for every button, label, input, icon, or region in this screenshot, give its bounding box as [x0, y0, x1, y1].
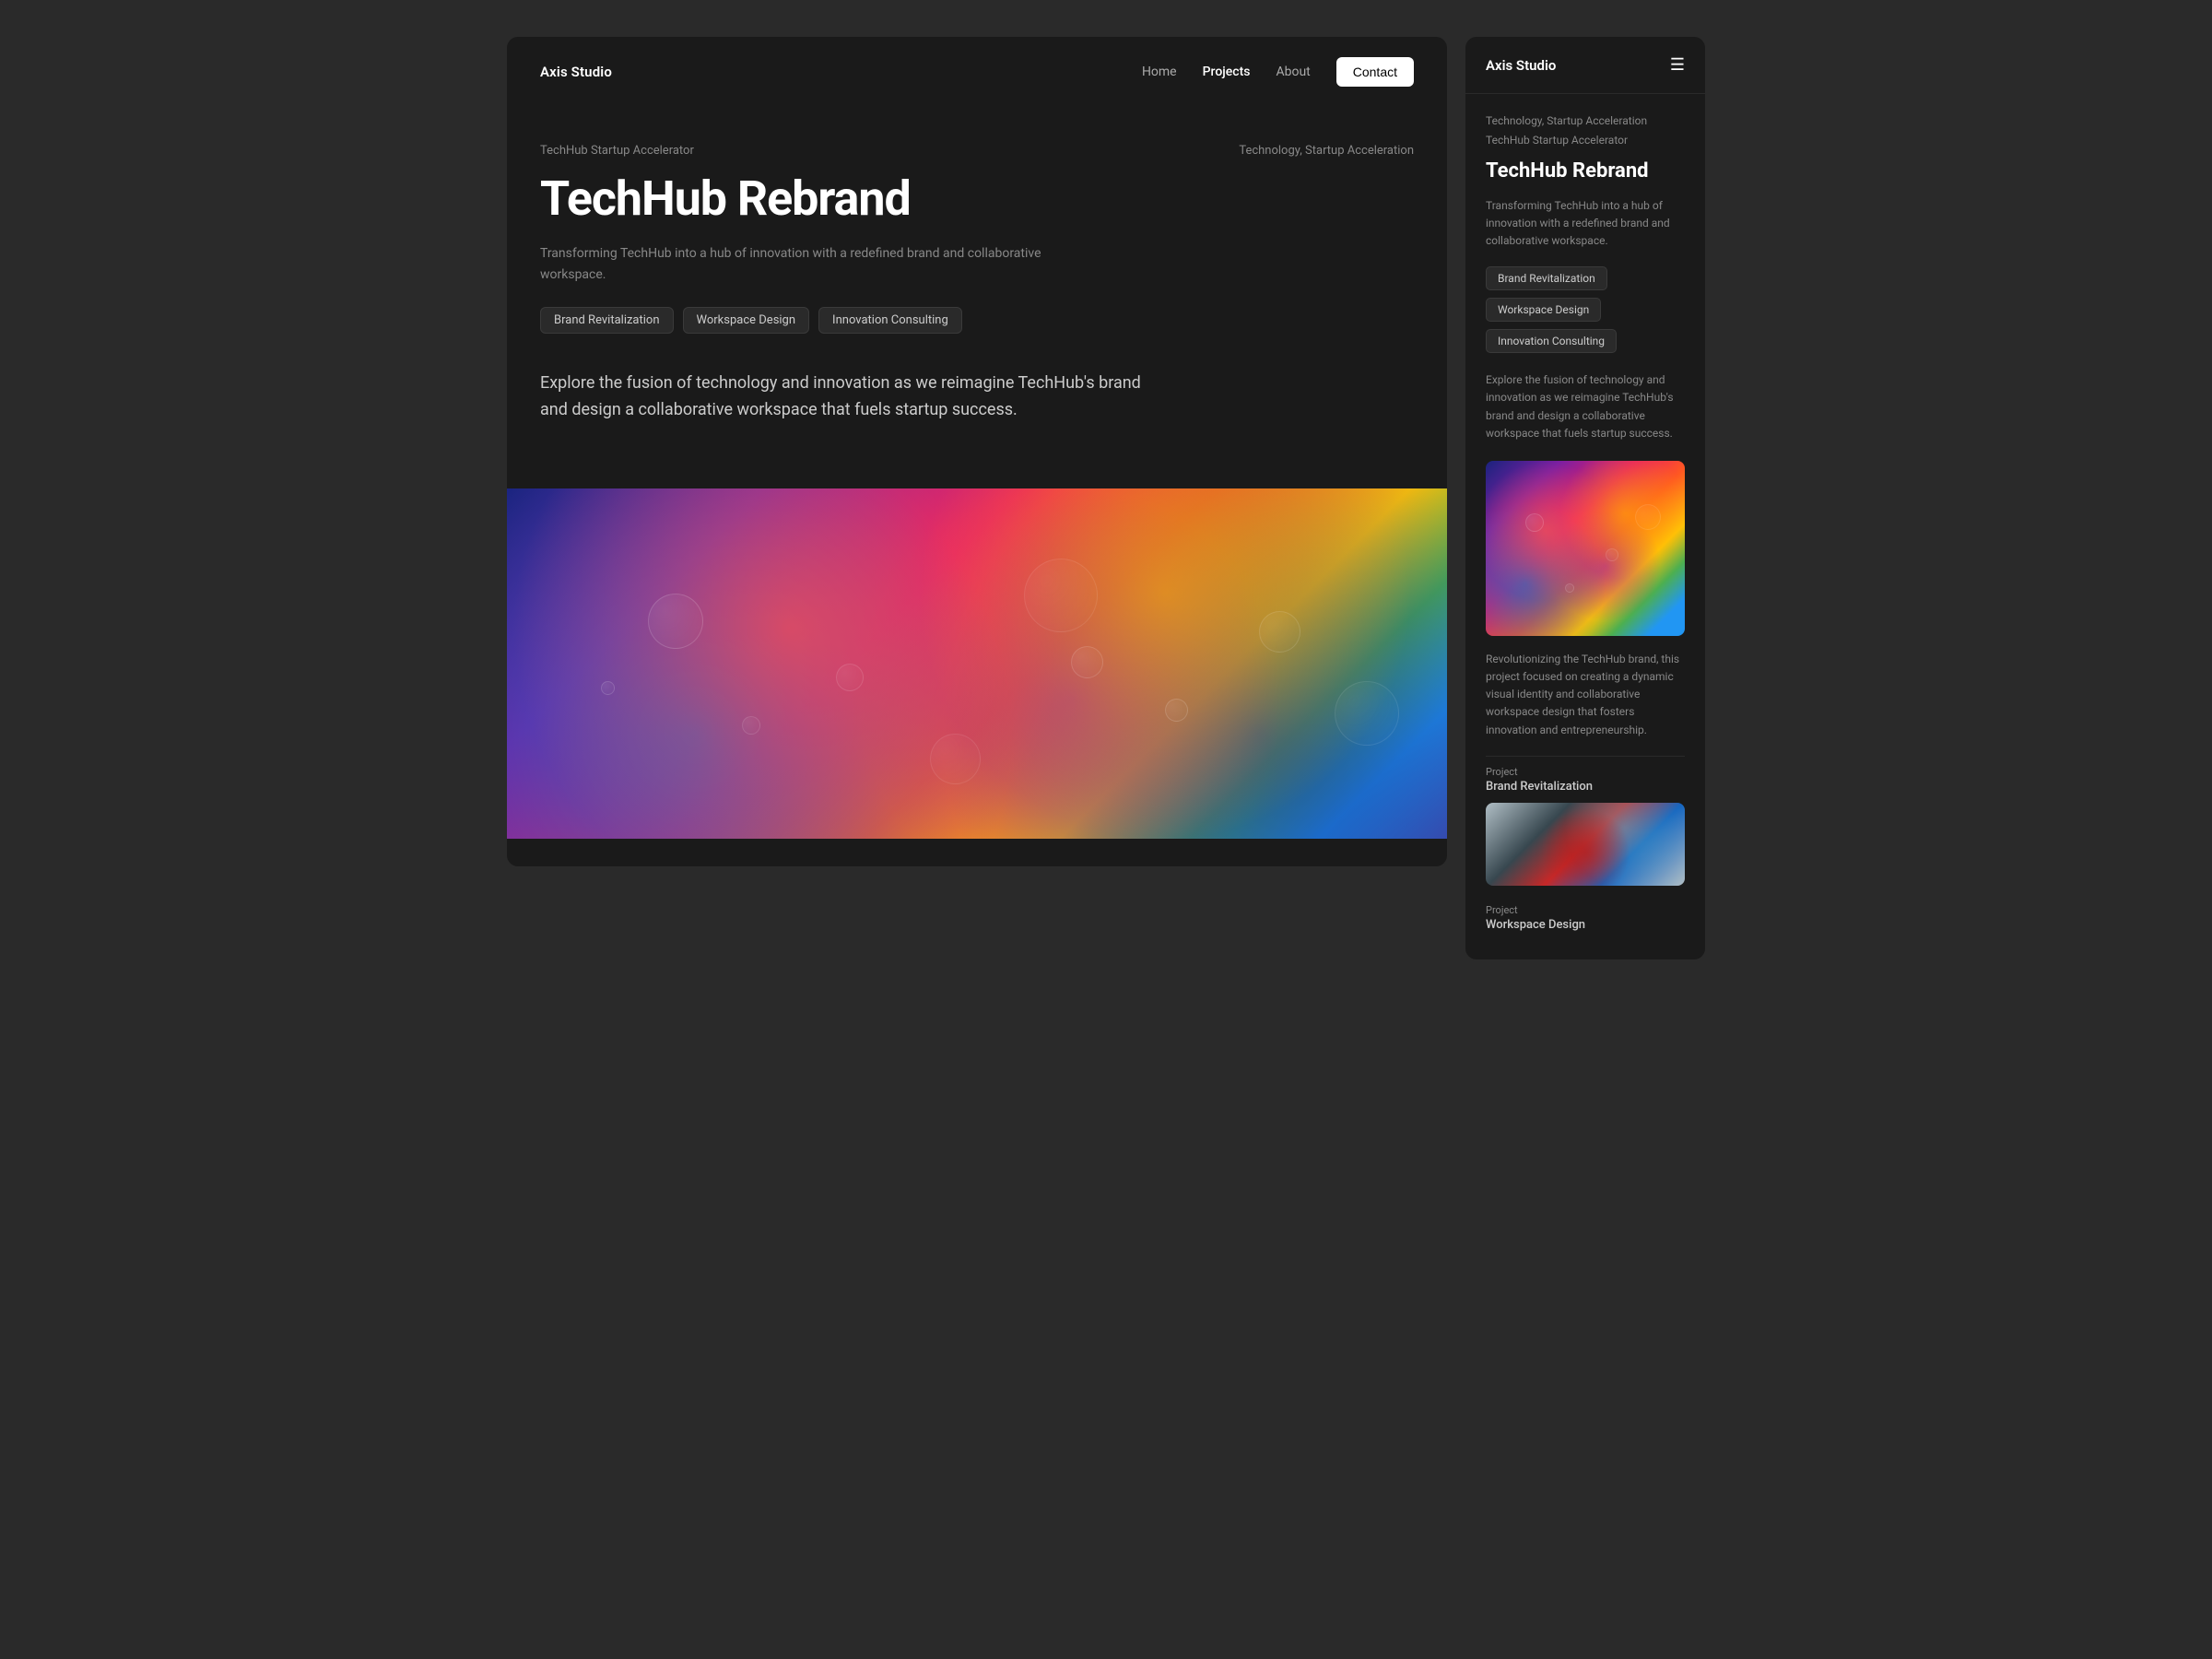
- sidebar-project-item-1: Project Brand Revitalization: [1486, 756, 1685, 803]
- bubble-6: [742, 716, 760, 735]
- s-bubble-4: [1565, 583, 1574, 593]
- s-bubble-2: [1606, 548, 1618, 561]
- sidebar-logo: Axis Studio: [1486, 57, 1556, 74]
- bubble-3: [1024, 559, 1098, 632]
- sidebar-item2-title[interactable]: Workspace Design: [1486, 918, 1685, 932]
- sidebar-content: Technology, Startup Acceleration TechHub…: [1465, 94, 1705, 959]
- hero-description: Transforming TechHub into a hub of innov…: [540, 243, 1093, 285]
- bubble-5: [1259, 611, 1300, 653]
- navbar: Axis Studio Home Projects About Contact: [507, 37, 1447, 107]
- sidebar-item1-title[interactable]: Brand Revitalization: [1486, 780, 1685, 794]
- nav-home[interactable]: Home: [1142, 65, 1177, 79]
- sidebar-tag-innovation: Innovation Consulting: [1486, 329, 1617, 353]
- hero-image: [507, 488, 1447, 839]
- hero-image-container: [507, 488, 1447, 839]
- nav-contact-button[interactable]: Contact: [1336, 57, 1414, 87]
- sidebar-body-text: Explore the fusion of technology and inn…: [1486, 371, 1685, 442]
- bubble-1: [648, 594, 703, 649]
- nav-links: Home Projects About Contact: [1142, 57, 1414, 87]
- nav-projects[interactable]: Projects: [1203, 65, 1251, 79]
- sidebar-panel: Axis Studio ☰ Technology, Startup Accele…: [1465, 37, 1705, 959]
- sidebar-title: TechHub Rebrand: [1486, 159, 1685, 183]
- sidebar-header: Axis Studio ☰: [1465, 37, 1705, 94]
- main-card: Axis Studio Home Projects About Contact …: [507, 37, 1447, 866]
- sidebar-project-image: [1486, 461, 1685, 636]
- bubble-8: [1071, 646, 1103, 678]
- tag-brand-revitalization: Brand Revitalization: [540, 307, 674, 334]
- page-wrapper: Axis Studio Home Projects About Contact …: [507, 37, 1705, 959]
- bubble-9: [601, 681, 615, 695]
- sidebar-tags: Brand Revitalization Workspace Design In…: [1486, 266, 1685, 353]
- s-bubble-1: [1525, 513, 1544, 532]
- tag-workspace-design: Workspace Design: [683, 307, 810, 334]
- hero-category: TechHub Startup Accelerator: [540, 144, 694, 158]
- sidebar-project-image2: [1486, 803, 1685, 886]
- bubbles-decoration: [507, 488, 1447, 839]
- bubble-7: [930, 734, 981, 784]
- sidebar-item2-label: Project: [1486, 904, 1685, 916]
- hero-meta: TechHub Startup Accelerator Technology, …: [540, 144, 1414, 158]
- bubble-2: [836, 664, 864, 691]
- hero-title: TechHub Rebrand: [540, 172, 1414, 225]
- sidebar-project-name: TechHub Startup Accelerator: [1486, 134, 1685, 147]
- sidebar-item1-label: Project: [1486, 766, 1685, 778]
- s-bubble-3: [1635, 504, 1661, 530]
- nav-about[interactable]: About: [1276, 65, 1310, 79]
- sidebar-tag-brand: Brand Revitalization: [1486, 266, 1607, 290]
- hero-section: TechHub Startup Accelerator Technology, …: [507, 107, 1447, 488]
- sidebar-rev-text: Revolutionizing the TechHub brand, this …: [1486, 651, 1685, 739]
- nav-logo: Axis Studio: [540, 64, 612, 80]
- sidebar-project-item-2: Project Workspace Design: [1486, 895, 1685, 941]
- sidebar-meta: Technology, Startup Acceleration: [1486, 112, 1685, 130]
- hero-tags-meta: Technology, Startup Acceleration: [1239, 144, 1414, 158]
- sidebar-description: Transforming TechHub into a hub of innov…: [1486, 197, 1685, 251]
- tag-innovation-consulting: Innovation Consulting: [818, 307, 962, 334]
- hamburger-icon[interactable]: ☰: [1670, 55, 1685, 75]
- bubble-4: [1165, 699, 1188, 722]
- tags-row: Brand Revitalization Workspace Design In…: [540, 307, 1414, 334]
- hero-body-text: Explore the fusion of technology and inn…: [540, 371, 1167, 424]
- sidebar-tag-workspace: Workspace Design: [1486, 298, 1601, 322]
- sidebar-bubbles: [1486, 461, 1685, 636]
- bubble-10: [1335, 681, 1399, 746]
